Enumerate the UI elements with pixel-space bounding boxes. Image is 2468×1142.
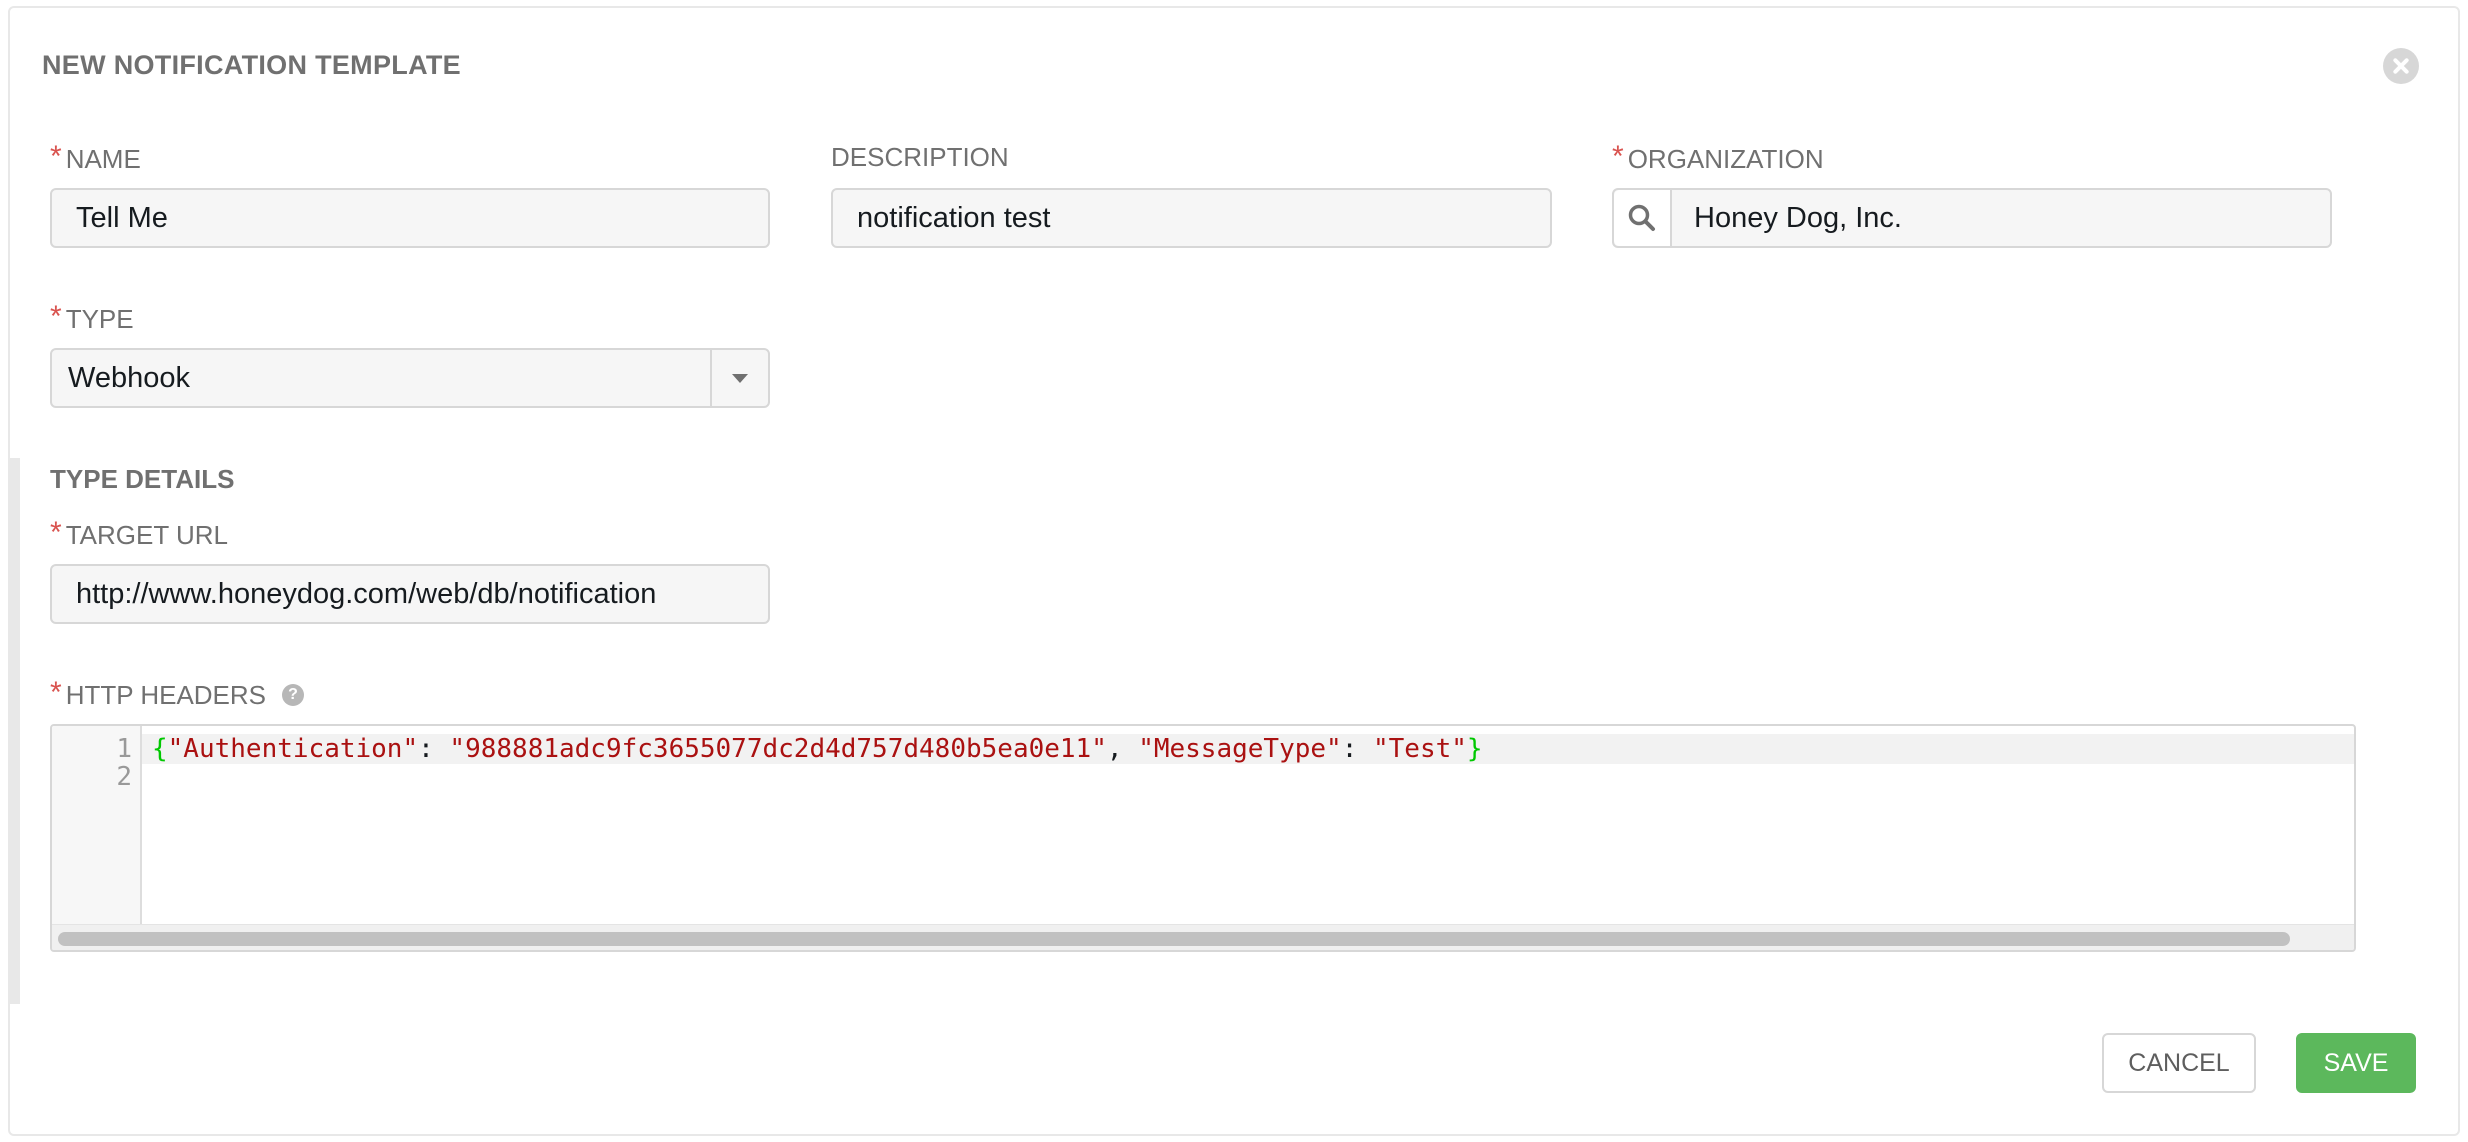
type-select-value: Webhook xyxy=(68,361,190,394)
target-url-label: * TARGET URL xyxy=(50,516,228,550)
line-number: 2 xyxy=(116,762,132,792)
dialog-title: NEW NOTIFICATION TEMPLATE xyxy=(42,50,461,80)
organization-input[interactable]: Honey Dog, Inc. xyxy=(1672,190,2330,246)
http-headers-label: * HTTP HEADERS? xyxy=(50,676,305,712)
organization-label: * ORGANIZATION xyxy=(1612,140,1824,174)
type-label: * TYPE xyxy=(50,300,134,334)
json-separator: : xyxy=(1341,734,1373,764)
chevron-down-icon[interactable] xyxy=(710,350,768,406)
organization-lookup: Honey Dog, Inc. xyxy=(1612,188,2332,248)
type-select[interactable]: Webhook xyxy=(50,348,770,408)
save-button[interactable]: SAVE xyxy=(2296,1033,2416,1093)
required-marker: * xyxy=(50,676,62,709)
editor-gutter: 1 2 xyxy=(52,726,142,950)
required-marker: * xyxy=(50,516,62,549)
json-value: "Test" xyxy=(1373,734,1467,764)
json-value: "988881adc9fc3655077dc2d4d757d480b5ea0e1… xyxy=(449,734,1107,764)
type-details-title: TYPE DETAILS xyxy=(50,464,235,494)
json-close-brace: } xyxy=(1466,734,1483,764)
json-open-brace: { xyxy=(152,734,168,764)
name-input[interactable]: Tell Me xyxy=(50,188,770,248)
required-marker: * xyxy=(50,140,62,173)
target-url-input[interactable]: http://www.honeydog.com/web/db/notificat… xyxy=(50,564,770,624)
help-icon[interactable]: ? xyxy=(282,684,305,707)
name-label: * NAME xyxy=(50,140,141,174)
code-line[interactable]: {"Authentication": "988881adc9fc3655077d… xyxy=(152,734,1483,764)
scrollbar-thumb[interactable] xyxy=(58,932,2290,946)
required-marker: * xyxy=(50,300,62,333)
close-icon[interactable] xyxy=(2383,48,2419,84)
search-icon[interactable] xyxy=(1614,190,1672,246)
cancel-button[interactable]: CANCEL xyxy=(2102,1033,2256,1093)
json-key: "Authentication" xyxy=(167,734,419,764)
json-comma: , xyxy=(1106,734,1139,764)
description-input[interactable]: notification test xyxy=(831,188,1552,248)
required-marker: * xyxy=(1612,140,1624,173)
type-details-accent-bar xyxy=(10,458,20,1004)
line-number: 1 xyxy=(116,734,132,764)
description-label: DESCRIPTION xyxy=(831,142,1009,172)
horizontal-scrollbar[interactable] xyxy=(52,924,2354,950)
json-key: "MessageType" xyxy=(1138,734,1342,764)
http-headers-editor[interactable]: 1 2 {"Authentication": "988881adc9fc3655… xyxy=(50,724,2356,952)
json-separator: : xyxy=(418,734,450,764)
